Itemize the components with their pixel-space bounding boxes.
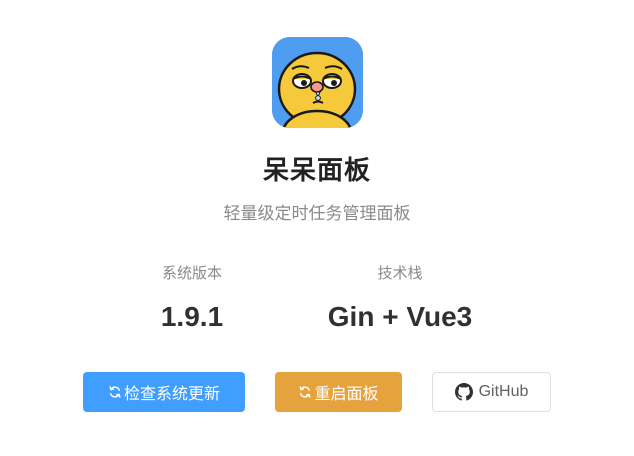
tech-stack-label: 技术栈 xyxy=(377,264,423,282)
github-button[interactable]: GitHub xyxy=(432,372,551,412)
app-title: 呆呆面板 xyxy=(262,156,371,186)
tech-stack-value: Gin + Vue3 xyxy=(327,301,473,332)
app-subtitle: 轻量级定时任务管理面板 xyxy=(223,204,411,224)
refresh-icon xyxy=(108,385,122,399)
check-update-button[interactable]: 检查系统更新 xyxy=(83,372,245,412)
version-label: 系统版本 xyxy=(161,264,222,282)
tech-stack-stat: 技术栈 Gin + Vue3 xyxy=(300,262,500,333)
about-page: 呆呆面板 轻量级定时任务管理面板 系统版本 1.9.1 技术栈 Gin + Vu… xyxy=(0,0,634,456)
github-label: GitHub xyxy=(478,383,529,400)
check-update-label: 检查系统更新 xyxy=(123,384,220,403)
version-value: 1.9.1 xyxy=(160,301,224,332)
refresh-icon xyxy=(298,385,312,399)
duck-face-icon xyxy=(272,37,363,128)
app-logo xyxy=(272,37,363,128)
restart-panel-label: 重启面板 xyxy=(314,384,379,403)
github-icon xyxy=(454,383,473,401)
restart-panel-button[interactable]: 重启面板 xyxy=(275,372,402,412)
version-stat: 系统版本 1.9.1 xyxy=(142,262,242,333)
